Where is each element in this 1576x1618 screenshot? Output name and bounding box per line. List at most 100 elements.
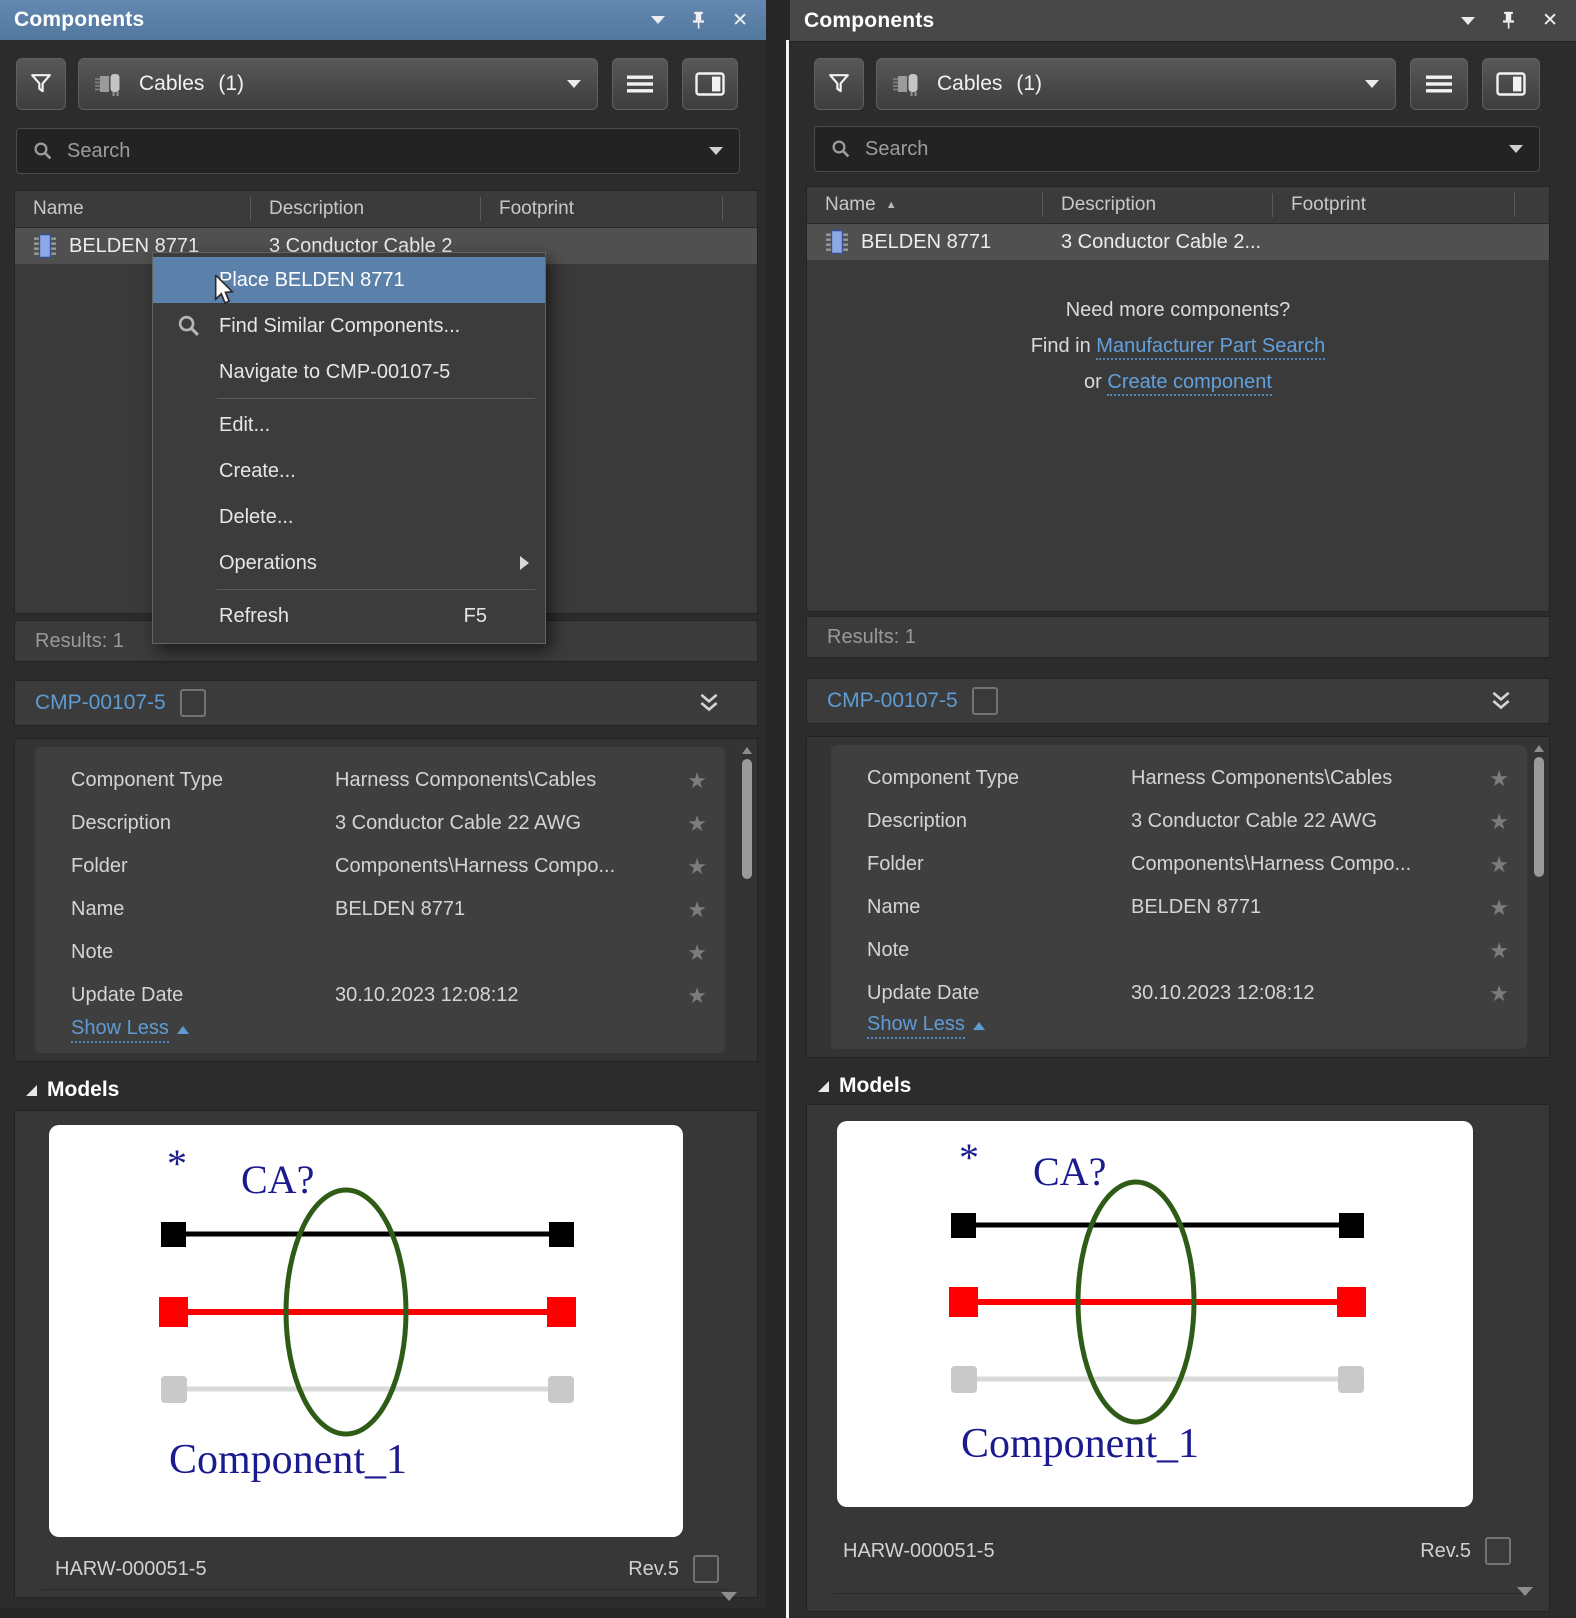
scroll-up-icon[interactable]: [1534, 745, 1544, 752]
property-row: Name BELDEN 8771 ★: [831, 886, 1527, 929]
search-history-icon[interactable]: [709, 147, 723, 155]
search-history-icon[interactable]: [1509, 145, 1523, 153]
models-section-header[interactable]: Models: [26, 1078, 119, 1102]
divider: [41, 1589, 731, 1590]
models-section: * CA? Component_1 HARW-000051-5: [14, 1110, 758, 1598]
list-header: Name Description Footprint: [15, 191, 757, 228]
scroll-up-icon[interactable]: [742, 747, 752, 754]
collapse-double-chevron-icon[interactable]: [697, 693, 721, 713]
model-preview[interactable]: * CA? Component_1: [49, 1125, 683, 1537]
panel-titlebar: Components ✕: [0, 0, 766, 40]
panel-menu-icon[interactable]: [1461, 17, 1475, 25]
close-icon[interactable]: ✕: [1542, 11, 1558, 30]
cable-model-drawing: * CA? Component_1: [837, 1121, 1473, 1507]
create-component-link[interactable]: Create component: [1107, 371, 1272, 396]
menu-item-operations[interactable]: Operations: [153, 540, 545, 586]
scrollbar-thumb[interactable]: [1534, 757, 1544, 877]
column-header-footprint[interactable]: Footprint: [481, 197, 723, 221]
model-revision-checkbox[interactable]: [693, 1555, 719, 1583]
panel-layout-button[interactable]: [1482, 58, 1540, 110]
property-row: Description 3 Conductor Cable 22 AWG ★: [831, 800, 1527, 843]
favorite-star-icon[interactable]: ★: [1465, 938, 1509, 964]
cmp-id-link[interactable]: CMP-00107-5: [35, 691, 166, 715]
scroll-down-icon[interactable]: [1517, 1587, 1533, 1596]
menu-item-delete[interactable]: Delete...: [153, 494, 545, 540]
component-row[interactable]: BELDEN 8771 3 Conductor Cable 2...: [807, 224, 1549, 260]
cmp-checkbox[interactable]: [972, 687, 998, 715]
model-designator-label: CA?: [241, 1157, 314, 1202]
menu-item-edit[interactable]: Edit...: [153, 402, 545, 448]
search-input[interactable]: [863, 137, 1497, 162]
models-section-header[interactable]: Models: [818, 1074, 911, 1098]
scrollbar-thumb[interactable]: [742, 759, 752, 879]
panel-menu-icon[interactable]: [651, 16, 665, 24]
model-revision-checkbox[interactable]: [1485, 1537, 1511, 1565]
view-options-button[interactable]: [1410, 58, 1468, 110]
close-icon[interactable]: ✕: [732, 11, 748, 30]
column-header-name[interactable]: Name ▲: [807, 193, 1043, 217]
favorite-star-icon[interactable]: ★: [1465, 852, 1509, 878]
properties-section: Component Type Harness Components\Cables…: [14, 738, 758, 1062]
favorite-star-icon[interactable]: ★: [663, 940, 707, 966]
wire-gray-end-left: [161, 1376, 187, 1403]
search-box[interactable]: [814, 126, 1540, 172]
favorite-star-icon[interactable]: ★: [663, 768, 707, 794]
wire-black-end-left: [161, 1222, 186, 1247]
model-star-label: *: [167, 1141, 187, 1186]
panel-splitter[interactable]: [786, 40, 789, 1618]
collapse-up-triangle-icon: [973, 1022, 985, 1030]
cmp-checkbox[interactable]: [180, 689, 206, 717]
pin-icon[interactable]: [691, 11, 706, 30]
manufacturer-part-search-link[interactable]: Manufacturer Part Search: [1096, 335, 1325, 360]
property-row: Folder Components\Harness Compo... ★: [35, 845, 725, 888]
property-row: Update Date 30.10.2023 12:08:12 ★: [831, 972, 1527, 1015]
menu-item-refresh[interactable]: Refresh F5: [153, 593, 545, 639]
model-footer: HARW-000051-5 Rev.5: [55, 1551, 719, 1587]
pin-icon[interactable]: [1501, 11, 1516, 30]
scroll-down-icon[interactable]: [721, 1592, 737, 1601]
favorite-star-icon[interactable]: ★: [1465, 766, 1509, 792]
favorite-star-icon[interactable]: ★: [1465, 809, 1509, 835]
favorite-star-icon[interactable]: ★: [663, 983, 707, 1009]
menu-item-place[interactable]: Place BELDEN 8771: [153, 257, 545, 303]
column-header-footprint[interactable]: Footprint: [1273, 193, 1515, 217]
show-less-link[interactable]: Show Less: [867, 1013, 985, 1039]
section-expanded-icon: [818, 1081, 829, 1092]
column-header-description[interactable]: Description: [251, 197, 481, 221]
filter-button[interactable]: [814, 58, 864, 110]
favorite-star-icon[interactable]: ★: [663, 897, 707, 923]
favorite-star-icon[interactable]: ★: [663, 854, 707, 880]
funnel-icon: [828, 73, 850, 95]
filter-button[interactable]: [16, 58, 66, 110]
menu-separator: [217, 589, 535, 590]
favorite-star-icon[interactable]: ★: [1465, 895, 1509, 921]
search-box[interactable]: [16, 128, 740, 174]
menu-item-navigate[interactable]: Navigate to CMP-00107-5: [153, 349, 545, 395]
favorite-star-icon[interactable]: ★: [663, 811, 707, 837]
search-input[interactable]: [65, 139, 697, 164]
favorite-star-icon[interactable]: ★: [1465, 981, 1509, 1007]
empty-state-find: Find in Manufacturer Part Search: [807, 335, 1549, 358]
menu-item-create[interactable]: Create...: [153, 448, 545, 494]
column-header-description[interactable]: Description: [1043, 193, 1273, 217]
workspace: Components ✕: [0, 0, 1576, 1618]
component-details-header: CMP-00107-5: [806, 678, 1550, 724]
properties-scrollbar[interactable]: [741, 745, 753, 1055]
panel-layout-button[interactable]: [682, 58, 738, 110]
cmp-id-link[interactable]: CMP-00107-5: [827, 689, 958, 713]
property-row: Component Type Harness Components\Cables…: [35, 759, 725, 802]
chevron-down-icon: [1365, 80, 1379, 88]
model-preview[interactable]: * CA? Component_1: [837, 1121, 1473, 1507]
properties-scrollbar[interactable]: [1533, 743, 1545, 1051]
show-less-link[interactable]: Show Less: [71, 1017, 189, 1043]
model-name-label: Component_1: [961, 1421, 1199, 1467]
properties-card: Component Type Harness Components\Cables…: [35, 747, 725, 1053]
category-dropdown[interactable]: Cables (1): [78, 58, 598, 110]
category-dropdown[interactable]: Cables (1): [876, 58, 1396, 110]
panel-title: Components: [804, 9, 934, 33]
collapse-double-chevron-icon[interactable]: [1489, 691, 1513, 711]
menu-item-find-similar[interactable]: Find Similar Components...: [153, 303, 545, 349]
column-header-name[interactable]: Name: [15, 197, 251, 221]
wire-red-end-right: [547, 1297, 576, 1327]
view-options-button[interactable]: [612, 58, 668, 110]
